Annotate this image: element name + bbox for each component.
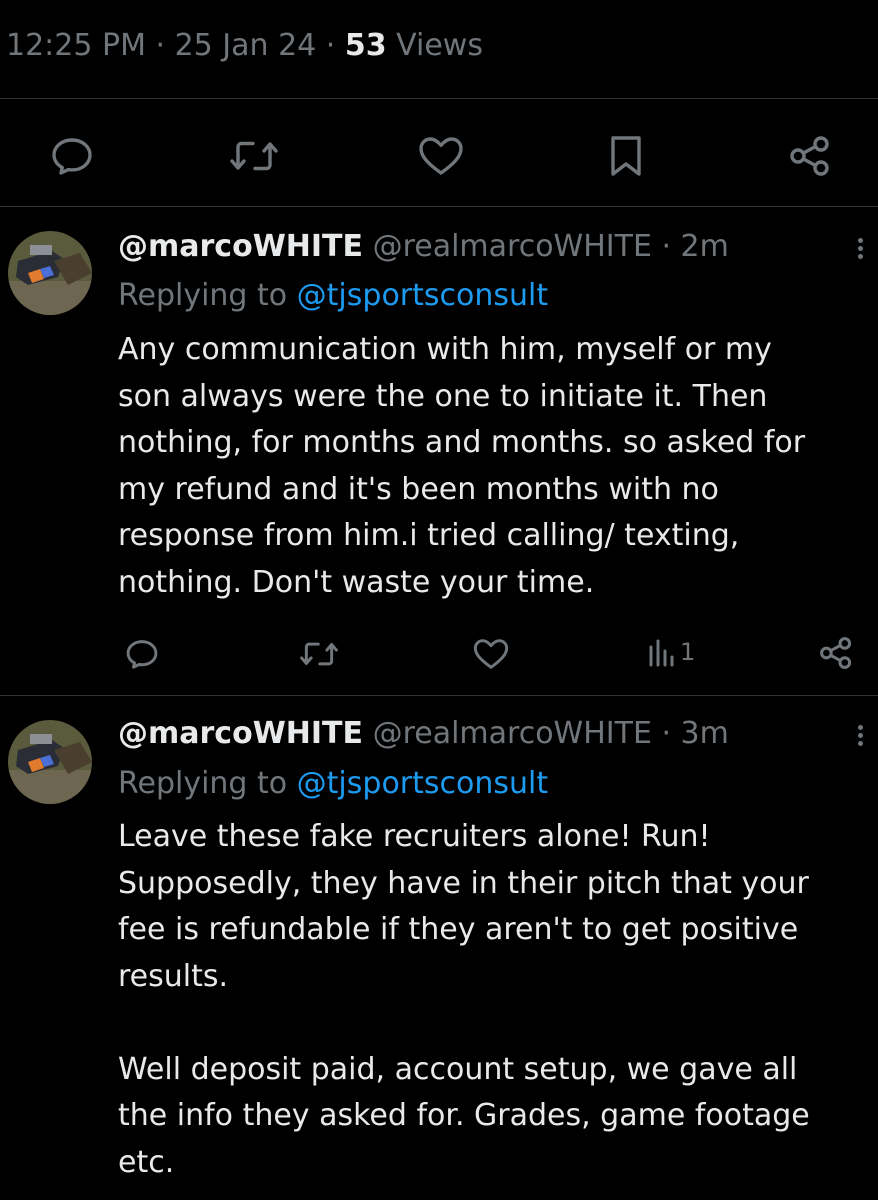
- share-icon: [790, 136, 829, 176]
- avatar-image: [8, 720, 92, 804]
- replying-to: Replying to @tjsportsconsult: [118, 278, 548, 314]
- user-handle[interactable]: @realmarcoWHITE: [373, 229, 652, 264]
- repost-icon: [230, 141, 278, 171]
- tweet-time[interactable]: 3m: [681, 716, 729, 751]
- views-button[interactable]: 1: [648, 637, 695, 667]
- mention-link[interactable]: @tjsportsconsult: [297, 278, 548, 313]
- avatar-image: [8, 231, 92, 315]
- replying-label: Replying to: [118, 766, 297, 801]
- dot-icon: [858, 733, 863, 738]
- tweet-header: @marcoWHITE @realmarcoWHITE · 3m: [118, 716, 729, 752]
- mention-link[interactable]: @tjsportsconsult: [297, 766, 548, 801]
- separator: ·: [145, 28, 175, 63]
- share-icon: [820, 637, 852, 669]
- separator: ·: [651, 229, 681, 264]
- reply-icon: [126, 640, 158, 669]
- tweet-text: Leave these fake recruiters alone! Run! …: [118, 819, 810, 1180]
- bookmark-icon: [611, 136, 641, 176]
- more-options-button[interactable]: [858, 235, 864, 262]
- like-button[interactable]: [473, 638, 509, 670]
- dot-icon: [858, 725, 863, 730]
- divider: [0, 98, 878, 99]
- separator: ·: [651, 716, 681, 751]
- post-date: 25 Jan 24: [174, 28, 317, 63]
- analytics-icon: [649, 639, 674, 667]
- like-icon: [473, 639, 509, 669]
- replying-label: Replying to: [118, 278, 297, 313]
- user-handle[interactable]: @realmarcoWHITE: [373, 716, 652, 751]
- dot-icon: [858, 246, 863, 251]
- display-name[interactable]: @marcoWHITE: [118, 716, 363, 751]
- dot-icon: [858, 741, 863, 746]
- like-button[interactable]: [418, 136, 464, 176]
- display-name[interactable]: @marcoWHITE: [118, 229, 363, 264]
- tweet-text: Any communication with him, myself or my…: [118, 332, 806, 600]
- replying-to: Replying to @tjsportsconsult: [118, 766, 548, 802]
- views-count: 1: [680, 638, 696, 666]
- repost-icon: [300, 642, 338, 666]
- avatar[interactable]: [8, 231, 92, 315]
- tweet-time[interactable]: 2m: [681, 229, 729, 264]
- separator: ·: [316, 28, 345, 63]
- share-button[interactable]: [788, 136, 832, 176]
- dot-icon: [858, 238, 863, 243]
- dot-icon: [858, 254, 863, 259]
- post-time: 12:25 PM: [6, 28, 146, 63]
- share-button[interactable]: [818, 637, 854, 669]
- views-count[interactable]: 53: [345, 28, 387, 63]
- reply-tweet[interactable]: @marcoWHITE @realmarcoWHITE · 2m Replyin…: [0, 207, 878, 695]
- repost-button[interactable]: [229, 137, 279, 175]
- more-options-button[interactable]: [858, 722, 864, 749]
- reply-tweet[interactable]: @marcoWHITE @realmarcoWHITE · 3m Replyin…: [0, 696, 878, 1200]
- like-icon: [419, 137, 463, 175]
- post-action-bar: [0, 130, 878, 180]
- reply-icon: [52, 138, 92, 175]
- repost-button[interactable]: [299, 639, 339, 669]
- post-metadata: 12:25 PM · 25 Jan 24 · 53 Views: [6, 28, 483, 63]
- tweet-header: @marcoWHITE @realmarcoWHITE · 2m: [118, 229, 729, 265]
- reply-button[interactable]: [125, 638, 159, 670]
- reply-button[interactable]: [50, 136, 94, 176]
- views-label: Views: [386, 28, 483, 63]
- avatar[interactable]: [8, 720, 92, 804]
- bookmark-button[interactable]: [608, 134, 644, 178]
